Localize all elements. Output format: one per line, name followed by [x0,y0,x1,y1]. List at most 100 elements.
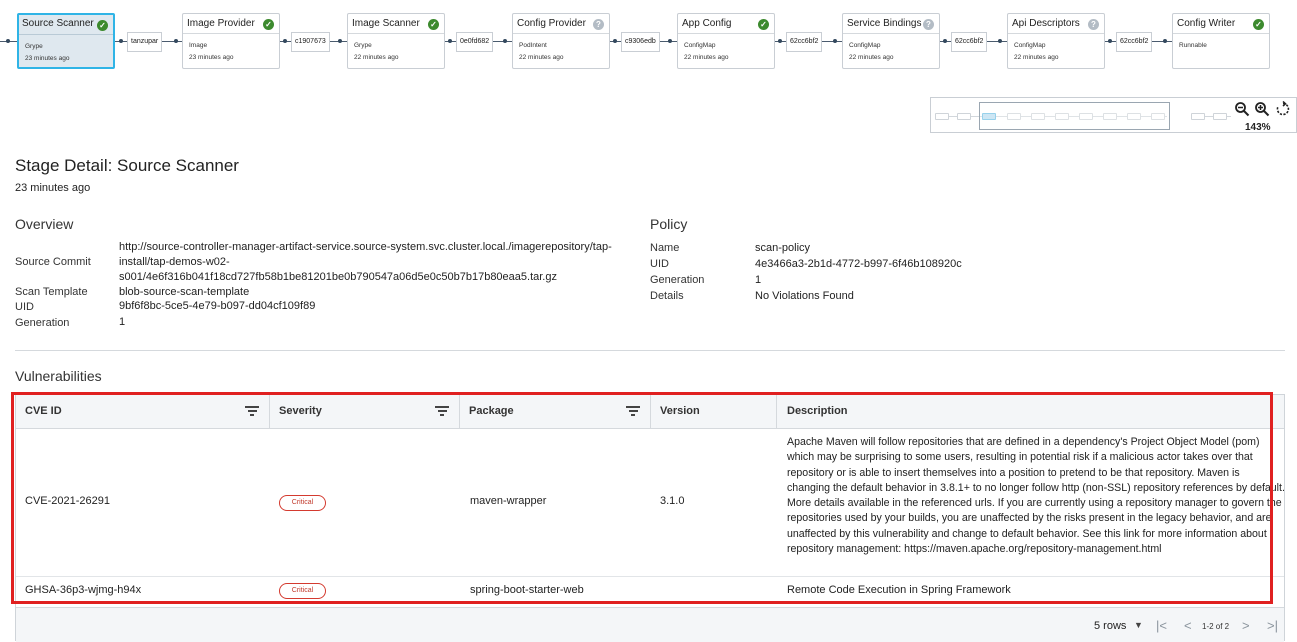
node-subtitle: ConfigMap [684,42,716,49]
minimap-viewport[interactable] [979,102,1170,130]
edge-dot [668,39,672,43]
edge-dot [174,39,178,43]
zoom-in-icon[interactable] [1253,101,1271,121]
zoom-level: 143% [1245,122,1271,133]
policy-generation-label: Generation [650,274,705,286]
check-icon: ✓ [428,19,439,30]
package-link[interactable]: spring-boot-starter-web [470,584,584,596]
connector-label[interactable]: 0e0fd682 [456,32,494,52]
edge-dot [833,39,837,43]
unknown-status-icon: ? [1088,19,1099,30]
source-commit-label: Source Commit [15,256,91,268]
policy-name-label: Name [650,242,680,254]
node-image-provider[interactable]: Image Provider ✓ Image 23 minutes ago [182,13,280,69]
severity-badge: Critical [279,495,326,511]
package-link[interactable]: maven-wrapper [470,495,546,507]
node-subtitle: ConfigMap [849,42,881,49]
edge-dot [338,39,342,43]
connector-label[interactable]: tanzupar [127,32,163,52]
scan-template-link[interactable]: blob-source-scan-template [119,285,249,300]
section-divider [15,350,1285,351]
node-subtitle: Runnable [1179,42,1207,49]
policy-heading: Policy [650,216,688,232]
connector-label[interactable]: 62cc6bf2 [786,32,823,52]
node-source-scanner[interactable]: Source Scanner ✓ Grype 23 minutes ago [17,13,115,69]
node-config-provider[interactable]: Config Provider ? PodIntent 22 minutes a… [512,13,610,69]
previous-page-icon[interactable]: < [1184,618,1192,633]
description-text: Apache Maven will follow repositories th… [787,436,1285,556]
column-header-version[interactable]: Version [651,395,777,429]
column-label: Version [660,405,700,417]
edge-dot [998,39,1002,43]
node-time: 22 minutes ago [519,54,564,61]
policy-generation-value: 1 [755,274,762,286]
edge-dot [503,39,507,43]
node-divider [678,33,774,34]
stage-title: Stage Detail: Source Scanner [15,156,239,175]
column-header-description[interactable]: Description [777,395,1284,429]
column-label: Package [469,405,514,417]
node-subtitle: Grype [354,42,372,49]
node-divider [348,33,444,34]
first-page-icon[interactable]: |< [1156,618,1167,633]
node-image-scanner[interactable]: Image Scanner ✓ Grype 22 minutes ago [347,13,445,69]
connector-label[interactable]: 62cc6bf2 [1116,32,1153,52]
policy-details-value: No Violations Found [755,290,854,302]
filter-icon[interactable] [435,406,449,417]
vulnerabilities-heading: Vulnerabilities [15,368,102,384]
policy-details-label: Details [650,290,684,302]
node-subtitle: ConfigMap [1014,42,1046,49]
zoom-out-icon[interactable] [1233,101,1251,121]
node-time: 22 minutes ago [1014,54,1059,61]
column-header-package[interactable]: Package [460,395,651,429]
node-service-bindings[interactable]: Service Bindings ? ConfigMap 22 minutes … [842,13,940,69]
scan-template-label: Scan Template [15,286,88,298]
node-title: Image Provider [187,18,255,29]
generation-label: Generation [15,317,70,329]
stage-time: 23 minutes ago [15,182,91,194]
uid-label: UID [15,301,34,313]
table-pagination: 5 rows ▼ |< < 1-2 of 2 > >| [16,607,1284,642]
column-header-cve-id[interactable]: CVE ID [16,395,270,429]
filter-icon[interactable] [626,406,640,417]
connector-label[interactable]: 62cc6bf2 [951,32,988,52]
node-config-writer[interactable]: Config Writer ✓ Runnable [1172,13,1270,69]
version-value: 3.1.0 [660,495,685,507]
policy-name-link[interactable]: scan-policy [755,241,810,256]
node-subtitle: PodIntent [519,42,547,49]
column-label: Description [787,405,848,417]
cve-id-link[interactable]: CVE-2021-26291 [25,495,110,507]
node-time: 22 minutes ago [684,54,729,61]
check-icon: ✓ [1253,19,1264,30]
caret-down-icon[interactable]: ▼ [1134,620,1143,630]
filter-icon[interactable] [245,406,259,417]
cve-id-link[interactable]: GHSA-36p3-wjmg-h94x [25,584,141,596]
source-commit-link-line-2[interactable]: install/tap-demos-w02- [119,255,230,270]
overview-heading: Overview [15,216,74,232]
node-title: Config Provider [517,18,586,29]
table-header: CVE ID Severity Package Version Descript… [16,395,1284,429]
node-title: Source Scanner [22,18,94,29]
next-page-icon[interactable]: > [1242,618,1250,633]
node-api-descriptors[interactable]: Api Descriptors ? ConfigMap 22 minutes a… [1007,13,1105,69]
last-page-icon[interactable]: >| [1267,618,1278,633]
severity-badge: Critical [279,583,326,599]
connector-label[interactable]: c9306edb [621,32,660,52]
policy-uid-label: UID [650,258,669,270]
reset-zoom-icon[interactable] [1274,100,1292,121]
node-app-config[interactable]: App Config ✓ ConfigMap 22 minutes ago [677,13,775,69]
connector-label[interactable]: c1907673 [291,32,330,52]
column-label: Severity [279,405,322,417]
node-title: Image Scanner [352,18,420,29]
source-commit-link-line-3[interactable]: s001/4e6f316b041f18cd727fb58b1be81201be0… [119,270,557,285]
source-commit-link-line-1[interactable]: http://source-controller-manager-artifac… [119,240,612,255]
column-header-severity[interactable]: Severity [270,395,460,429]
rows-per-page-select[interactable]: 5 rows [1094,620,1126,632]
node-subtitle: Grype [25,43,43,50]
check-icon: ✓ [263,19,274,30]
node-title: Api Descriptors [1012,18,1080,29]
node-time: 23 minutes ago [189,54,234,61]
edge-dot [943,39,947,43]
node-subtitle: Image [189,42,208,49]
minimap-node [1191,113,1205,120]
